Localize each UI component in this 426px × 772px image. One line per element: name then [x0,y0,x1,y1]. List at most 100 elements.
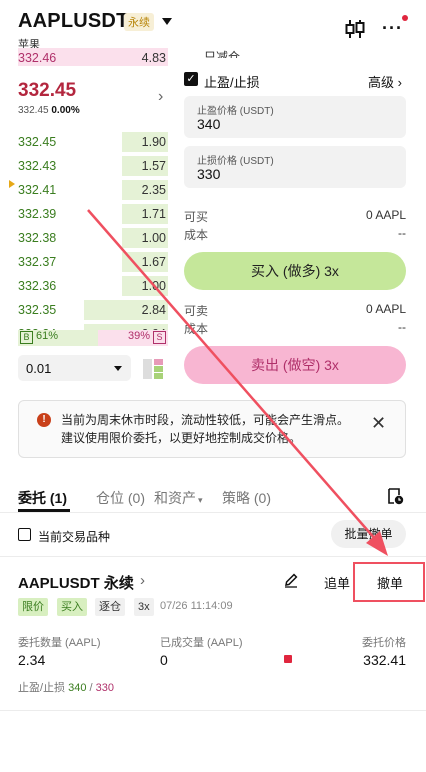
bid-row[interactable]: 332.45 1.90 [18,130,168,154]
can-buy-value: 0 AAPL [365,208,406,222]
bid-price: 332.37 [18,255,57,269]
buy-ratio: B 61% [18,330,98,346]
tag-buy: 买入 [57,598,87,616]
bid-row[interactable]: 332.39 1.71 [18,202,168,226]
reduce-only-label[interactable]: 只减仓 [204,48,240,58]
bid-price: 332.39 [18,207,57,221]
precision-select[interactable]: 0.01 [18,355,131,381]
bid-qty: 1.57 [141,159,166,173]
order-tp-value: 340 [68,682,87,694]
take-profit-value: 340 [197,116,221,132]
filled-label: 已成交量 (AAPL) [160,637,243,649]
bid-row[interactable]: 332.35 2.84 [18,298,168,322]
order-tpsl: 止盈/止损 340 / 330 [18,679,114,695]
qty-value: 2.34 [18,652,46,668]
candlestick-chart-icon[interactable] [344,18,366,40]
price-label: 委托价格 [362,637,406,649]
sell-short-button[interactable]: 卖出 (做空) 3x [184,346,406,384]
chevron-down-icon [114,366,122,371]
order-sl-value: 330 [95,682,115,694]
current-symbol-label: 当前交易品种 [38,530,111,544]
bid-row[interactable]: 332.43 1.57 [18,154,168,178]
buy-ratio-value: 61% [36,330,59,342]
tab-orders[interactable]: 委托 (1) [18,488,67,508]
edit-icon[interactable] [283,572,299,588]
order-time: 07/26 11:14:09 [160,600,233,612]
precision-value: 0.01 [26,361,52,376]
advanced-link[interactable]: 高级 › [368,72,402,91]
tpsl-checkbox[interactable]: ✓ [184,72,198,86]
chevron-right-icon[interactable]: › [140,572,145,589]
stop-loss-label: 止损价格 (USDT) [197,156,274,167]
cost2-label: 成本 [184,322,209,336]
qty-label: 委托数量 (AAPL) [18,637,101,649]
tag-leverage: 3x [134,598,154,616]
cost2-value: -- [398,320,406,334]
perpetual-badge: 永续 [124,13,154,31]
orderbook-layout-icon[interactable] [142,358,164,380]
take-profit-input[interactable]: 止盈价格 (USDT) 340 [184,96,406,138]
stop-loss-value: 330 [197,166,221,182]
index-price-line: 332.45 0.00% [18,105,80,116]
tab-strategies[interactable]: 策略 (0) [222,488,271,508]
sell-ratio: 39% S [98,330,168,346]
bid-row[interactable]: 332.38 1.00 [18,226,168,250]
order-tpsl-label: 止盈/止损 [18,682,66,694]
warning-icon: ! [37,413,51,427]
bid-row[interactable]: 332.36 1.00 [18,274,168,298]
bid-qty: 1.90 [141,135,166,149]
buy-long-button[interactable]: 买入 (做多) 3x [184,252,406,290]
buy-ratio-label: B [20,331,33,344]
index-price: 332.45 [18,105,49,116]
bid-qty: 2.84 [141,303,166,317]
tab-positions[interactable]: 仓位 (0) [96,488,145,508]
stop-loss-input[interactable]: 止损价格 (USDT) 330 [184,146,406,188]
ask-price: 332.46 [18,51,57,65]
ask-qty: 4.83 [141,51,166,65]
weekend-notice: ! 当前为周末休市时段，流动性较低，可能会产生滑点。建议使用限价委托，以更好地控… [18,400,406,458]
can-sell-value: 0 AAPL [365,302,406,316]
tab-assets[interactable]: 和资产 ▾ [154,488,203,508]
take-profit-label: 止盈价格 (USDT) [197,106,274,117]
order-title[interactable]: AAPLUSDT 永续 [18,572,134,593]
can-sell-label: 可卖 [184,304,209,318]
price-change: 0.00% [51,105,80,116]
cost-label: 成本 [184,228,209,242]
notification-dot [402,15,408,21]
tag-isolated: 逐仓 [95,598,125,616]
bid-price: 332.35 [18,303,57,317]
symbol-title[interactable]: AAPLUSDT [18,10,129,33]
bid-price: 332.41 [18,183,57,197]
tpsl-label: 止盈/止损 [204,75,260,90]
current-symbol-checkbox[interactable] [18,528,31,541]
can-buy-label: 可买 [184,210,209,224]
caret-down-icon: ▾ [198,495,203,505]
batch-cancel-button[interactable]: 批量撤单 [331,520,406,548]
bid-qty: 2.35 [141,183,166,197]
order-history-icon[interactable] [386,487,404,505]
bid-price: 332.43 [18,159,57,173]
bid-price: 332.36 [18,279,57,293]
status-icon [284,655,292,663]
chase-order-button[interactable]: 追单 [324,573,350,592]
chevron-right-icon[interactable]: › [158,88,163,106]
annotation-highlight-box [353,562,425,602]
current-order-marker-icon [9,180,15,188]
bid-qty: 1.00 [141,279,166,293]
bid-qty: 1.67 [141,255,166,269]
last-price: 332.45 [18,80,77,101]
bid-row[interactable]: 332.41 2.35 [18,178,168,202]
more-icon[interactable]: ··· [382,18,408,40]
bid-price: 332.45 [18,135,57,149]
sell-ratio-label: S [153,331,166,344]
filter-divider [0,556,426,557]
tabs-divider [0,512,426,513]
close-icon[interactable]: ✕ [371,413,386,434]
bid-row[interactable]: 332.37 1.67 [18,250,168,274]
tab-assets-label: 和资产 [154,490,196,506]
cost-value: -- [398,226,406,240]
ask-row[interactable]: 332.46 4.83 [18,48,168,66]
order-tpsl-sep: / [89,682,93,694]
price-value: 332.41 [363,652,406,668]
symbol-dropdown-icon[interactable] [162,18,172,25]
